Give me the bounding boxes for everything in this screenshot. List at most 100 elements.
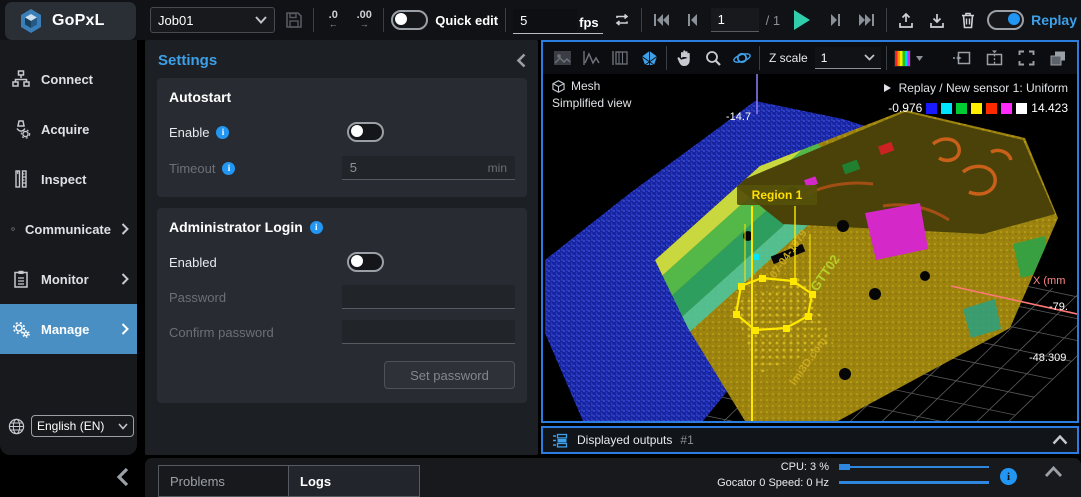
delete-button[interactable] [956,8,980,32]
save-job-button[interactable] [282,8,306,32]
tab-logs[interactable]: Logs [289,465,420,497]
replay-toggle[interactable] [987,10,1024,30]
download-icon [928,11,946,29]
sidebar-collapse-button[interactable] [110,464,134,490]
replay-source-label: Replay / New sensor 1: Uniform [899,81,1068,95]
region-anchor-handle[interactable] [753,254,759,260]
trash-icon [959,11,977,29]
loop-playback-button[interactable] [610,8,634,32]
set-password-button[interactable]: Set password [384,361,515,389]
timeout-value: 5 [350,160,357,175]
palette-swatch [1016,103,1027,114]
z-axis-tick: -14.7 [726,111,751,123]
sidebar-item-acquire[interactable]: Acquire [0,104,137,154]
fps-input[interactable]: 5 [513,9,577,33]
step-forward-icon [830,13,842,27]
bottom-panel-expand-button[interactable] [1044,466,1063,478]
step-forward-button[interactable] [824,8,848,32]
center-view-icon [985,50,1004,66]
stats-info-icon[interactable]: i [1000,468,1017,485]
chevron-down-icon [864,54,875,61]
timeout-field[interactable]: 5 min [342,156,515,180]
cpu-stat-label: CPU: 3 % [717,461,829,473]
x-axis-tick: -79. [1049,301,1068,313]
pan-tool-button[interactable] [672,46,696,70]
skip-end-icon [858,13,876,27]
password-field[interactable] [342,285,515,309]
center-view-button[interactable] [982,46,1006,70]
palette-swatch [986,103,997,114]
speed-stat-label: Gocator 0 Speed: 0 Hz [717,477,829,489]
gopxl-logo-icon [18,8,44,34]
quick-edit-toggle[interactable] [391,10,428,30]
language-select[interactable]: English (EN) [31,415,134,437]
zoom-tool-button[interactable] [701,46,725,70]
info-icon[interactable]: i [222,162,235,175]
chevron-right-icon [121,223,129,235]
magnifier-icon [704,49,722,67]
hand-icon [676,49,693,67]
chevron-right-icon [121,273,129,285]
mesh-view-button[interactable] [637,46,661,70]
skip-to-end-button[interactable] [855,8,879,32]
info-icon[interactable]: i [310,221,323,234]
fit-view-icon [952,50,972,66]
password-label: Password [169,290,342,305]
point-cloud-scene: 07-04-1979 GTT02 lmi3D.com X (mm -79. -4… [543,74,1077,421]
step-back-icon [686,13,698,27]
outputs-list-icon [552,433,569,448]
autostart-enable-toggle[interactable] [347,122,384,142]
rotate-tool-button[interactable] [730,46,754,70]
arrow-left-icon: ← [329,20,338,29]
sidebar-item-connect[interactable]: Connect [0,54,137,104]
confirm-password-label: Confirm password [169,325,342,340]
play-button[interactable] [787,8,817,32]
chevron-right-icon [121,323,129,335]
chevron-up-icon [1052,435,1068,445]
ruler-icon [611,50,629,66]
bottom-panel: Problems Logs CPU: 3 % Gocator 0 Speed: … [145,458,1081,497]
confirm-password-field[interactable] [342,320,515,344]
fullscreen-button[interactable] [1014,46,1038,70]
profile-view-button[interactable] [579,46,603,70]
video-view-button[interactable] [550,46,574,70]
sidebar-item-inspect[interactable]: Inspect [0,154,137,204]
download-button[interactable] [925,8,949,32]
decrease-decimal-button[interactable]: .0 ← [321,8,345,32]
displayed-outputs-bar[interactable]: Displayed outputs #1 [541,426,1079,454]
sidebar-item-label: Inspect [41,172,129,187]
pop-out-button[interactable] [1046,46,1070,70]
sidebar-item-communicate[interactable]: Communicate [0,204,137,254]
palette-button[interactable] [892,46,926,70]
panel-collapse-button[interactable] [516,53,526,68]
chevron-left-icon [116,467,129,487]
admin-enabled-toggle[interactable] [347,252,384,272]
layers-icon [1049,50,1067,66]
play-small-icon [883,83,892,93]
sidebar-item-monitor[interactable]: Monitor [0,254,137,304]
z-scale-select[interactable]: 1 [815,47,881,69]
replay-source[interactable]: Replay / New sensor 1: Uniform [883,81,1068,95]
outputs-label: Displayed outputs [577,433,672,447]
intensity-view-button[interactable] [608,46,632,70]
increase-decimal-button[interactable]: .00 → [352,8,376,32]
skip-to-start-button[interactable] [649,8,673,32]
sidebar-item-manage[interactable]: Manage [0,304,137,354]
admin-login-card: Administrator Login i Enabled Password C… [157,208,527,403]
tab-problems[interactable]: Problems [158,465,289,497]
info-icon[interactable]: i [216,126,229,139]
timeout-label: Timeout [169,161,215,176]
quick-edit-label: Quick edit [435,13,498,28]
arrow-right-icon: → [360,20,369,29]
viewer-canvas[interactable]: 07-04-1979 GTT02 lmi3D.com X (mm -79. -4… [543,74,1077,421]
upload-button[interactable] [894,8,918,32]
fit-data-button[interactable] [950,46,974,70]
fps-field[interactable]: 5 fps [513,7,603,34]
frame-input[interactable]: 1 [711,8,759,32]
replay-label: Replay [1031,12,1077,28]
z-scale-value: 1 [821,51,828,65]
job-select[interactable]: Job01 [150,7,275,33]
palette-swatch [926,103,937,114]
outputs-expand-button[interactable] [1052,435,1068,445]
step-back-button[interactable] [680,8,704,32]
